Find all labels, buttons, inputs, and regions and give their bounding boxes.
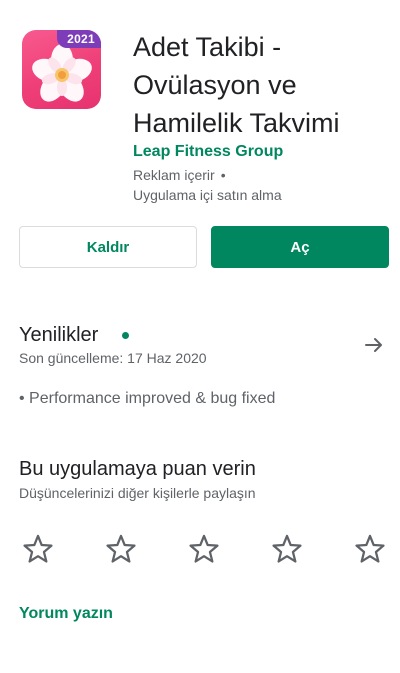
star-4-icon[interactable] xyxy=(270,532,304,566)
developer-link[interactable]: Leap Fitness Group xyxy=(133,143,283,161)
ads-notice: Reklam içerir • xyxy=(133,167,226,183)
app-title-line-1: Adet Takibi - xyxy=(133,32,282,62)
year-badge: 2021 xyxy=(57,30,101,48)
star-2-icon[interactable] xyxy=(104,532,138,566)
iap-notice: Uygulama içi satın alma xyxy=(133,187,282,203)
ads-notice-text: Reklam içerir xyxy=(133,167,215,183)
arrow-right-icon[interactable] xyxy=(362,333,386,357)
app-icon: 2021 xyxy=(22,30,101,109)
changelog-text: • Performance improved & bug fixed xyxy=(19,390,276,407)
star-rating xyxy=(0,532,400,572)
rate-app-subtitle: Düşüncelerinizi diğer kişilerle paylaşın xyxy=(19,485,256,501)
app-title: Adet Takibi - Ovülasyon ve Hamilelik Tak… xyxy=(133,28,393,142)
uninstall-button[interactable]: Kaldır xyxy=(19,226,197,268)
new-indicator-dot xyxy=(122,332,129,339)
star-5-icon[interactable] xyxy=(353,532,387,566)
star-1-icon[interactable] xyxy=(21,532,55,566)
rate-app-title: Bu uygulamaya puan verin xyxy=(19,458,256,480)
write-review-link[interactable]: Yorum yazın xyxy=(19,605,113,623)
app-title-line-2: Ovülasyon ve xyxy=(133,70,297,100)
open-button[interactable]: Aç xyxy=(211,226,389,268)
meta-separator: • xyxy=(220,167,226,183)
last-updated: Son güncelleme: 17 Haz 2020 xyxy=(19,350,207,366)
app-title-line-3: Hamilelik Takvimi xyxy=(133,108,340,138)
whats-new-title[interactable]: Yenilikler xyxy=(19,324,98,347)
star-3-icon[interactable] xyxy=(187,532,221,566)
